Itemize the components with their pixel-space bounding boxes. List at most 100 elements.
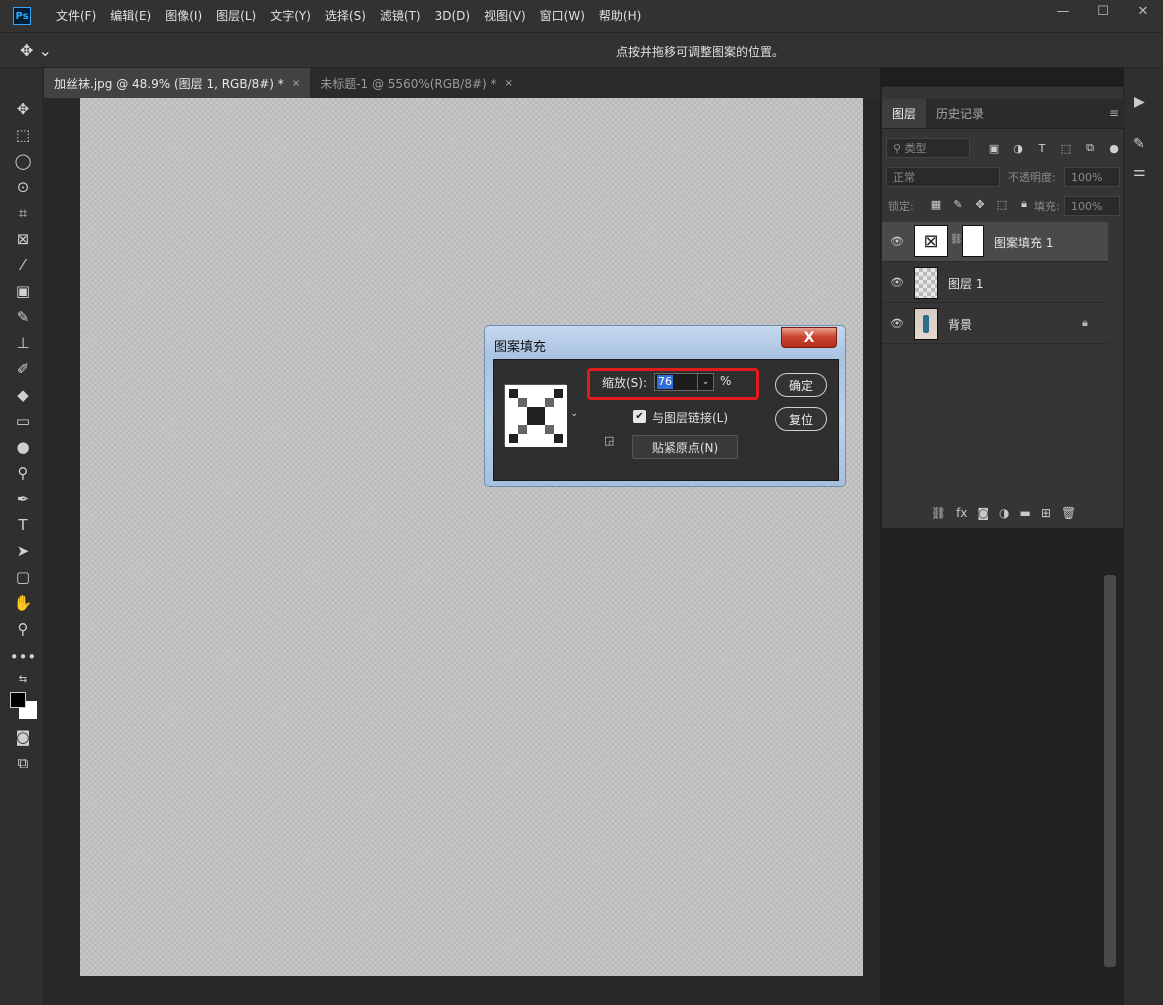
lasso-icon[interactable]: ◯	[12, 150, 34, 172]
trash-icon[interactable]: 🗑︎	[1061, 506, 1076, 520]
marquee-icon[interactable]: ⬚	[12, 124, 34, 146]
patch-icon[interactable]: ▣	[12, 280, 34, 302]
menu-help[interactable]: 帮助(H)	[592, 0, 648, 32]
layer-name: 图层 1	[948, 277, 984, 291]
screen-mode-icon[interactable]: ⧉	[12, 752, 34, 774]
menu-bar: Ps 文件(F) 编辑(E) 图像(I) 图层(L) 文字(Y) 选择(S) 滤…	[0, 0, 1163, 32]
menu-3d[interactable]: 3D(D)	[428, 0, 477, 32]
eye-icon[interactable]: 👁︎	[890, 235, 904, 248]
lock-transparent-icon[interactable]: ▦	[928, 196, 944, 212]
snap-to-origin-button[interactable]: 贴紧原点(N)	[632, 435, 738, 459]
pixel-filter-icon[interactable]: ▣	[986, 140, 1002, 156]
gradient-icon[interactable]: ▭	[12, 410, 34, 432]
dodge-icon[interactable]: ⚲	[12, 462, 34, 484]
panel-tabs: 图层 历史记录 ≡	[882, 99, 1125, 129]
reset-button[interactable]: 复位	[775, 407, 827, 431]
hand-icon[interactable]: ✋	[12, 592, 34, 614]
quick-select-icon[interactable]: ⊙	[12, 176, 34, 198]
new-layer-icon[interactable]: ⊞	[1041, 506, 1051, 520]
smart-object-filter-icon[interactable]: ⧉	[1082, 140, 1098, 156]
menu-image[interactable]: 图像(I)	[158, 0, 209, 32]
menu-type[interactable]: 文字(Y)	[263, 0, 318, 32]
pattern-preview[interactable]	[504, 384, 567, 447]
chevron-down-icon[interactable]: ⌄	[697, 374, 713, 390]
adjustments-icon[interactable]: ⚌	[1133, 164, 1146, 180]
document-canvas[interactable]	[80, 98, 863, 976]
menu-filter[interactable]: 滤镜(T)	[373, 0, 428, 32]
menu-select[interactable]: 选择(S)	[318, 0, 373, 32]
panel-menu-icon[interactable]: ≡	[1109, 106, 1119, 120]
more-tools-icon[interactable]: •••	[10, 646, 37, 668]
type-filter-icon[interactable]: T	[1034, 140, 1050, 156]
history-brush-icon[interactable]: ✐	[12, 358, 34, 380]
close-window-button[interactable]: ✕	[1123, 0, 1163, 22]
link-with-layer-label: 与图层链接(L)	[652, 411, 729, 425]
link-layers-icon[interactable]: ⛓	[931, 506, 946, 520]
tab-active-document[interactable]: 加丝袜.jpg @ 48.9% (图层 1, RGB/8#) * ×	[44, 68, 311, 98]
dialog-close-button[interactable]: X	[781, 327, 837, 348]
fill-value: 100%	[1071, 199, 1103, 213]
lock-paint-icon[interactable]: ✎	[950, 196, 966, 212]
close-icon[interactable]: ×	[505, 78, 513, 89]
layer-filter-select[interactable]: ⚲ 类型	[886, 138, 970, 158]
scrollbar[interactable]	[1104, 575, 1116, 967]
stamp-icon[interactable]: ⊥	[12, 332, 34, 354]
layer-row-layer-1[interactable]: 👁︎ 图层 1	[882, 263, 1108, 303]
layer-name: 背景	[948, 318, 973, 332]
filter-toggle-icon[interactable]: ●	[1106, 140, 1122, 156]
fill-field[interactable]: 100%	[1064, 196, 1120, 216]
layer-row-background[interactable]: 👁︎ 背景 🔒︎	[882, 304, 1108, 344]
type-icon[interactable]: T	[12, 514, 34, 536]
move-icon[interactable]: ✥	[12, 98, 34, 120]
blend-mode-value: 正常	[893, 171, 915, 184]
lock-position-icon[interactable]: ✥	[972, 196, 988, 212]
shape-icon[interactable]: ▢	[12, 566, 34, 588]
pen-icon[interactable]: ✒	[12, 488, 34, 510]
play-icon[interactable]: ▶	[1134, 94, 1145, 110]
lock-artboard-icon[interactable]: ⬚	[994, 196, 1010, 212]
ok-button[interactable]: 确定	[775, 373, 827, 397]
tab-history[interactable]: 历史记录	[926, 99, 994, 128]
blend-mode-select[interactable]: 正常	[886, 167, 1000, 187]
tab-layers[interactable]: 图层	[882, 99, 927, 128]
add-mask-icon[interactable]: ◙	[977, 506, 989, 520]
crop-icon[interactable]: ⌗	[12, 202, 34, 224]
opacity-field[interactable]: 100%	[1064, 167, 1120, 187]
menu-view[interactable]: 视图(V)	[477, 0, 533, 32]
menu-file[interactable]: 文件(F)	[49, 0, 103, 32]
swap-colors-icon[interactable]: ⇆	[12, 668, 34, 690]
adjustment-filter-icon[interactable]: ◑	[1010, 140, 1026, 156]
link-with-layer-checkbox[interactable]: ✔	[633, 410, 646, 423]
minimize-button[interactable]: —	[1043, 0, 1083, 22]
eye-icon[interactable]: 👁︎	[890, 276, 904, 289]
blur-icon[interactable]: ●	[12, 436, 34, 458]
frame-icon[interactable]: ⊠	[12, 228, 34, 250]
menu-window[interactable]: 窗口(W)	[533, 0, 592, 32]
dialog-body: ⌄ 缩放(S): 76 ⌄ % ✔ 与图层链接(L) ◲ 贴紧原点(N) 确定 …	[493, 359, 839, 481]
lock-all-icon[interactable]: 🔒︎	[1016, 196, 1032, 212]
zoom-icon[interactable]: ⚲	[12, 618, 34, 640]
brush-panel-icon[interactable]: ✎	[1133, 136, 1145, 152]
menu-layer[interactable]: 图层(L)	[209, 0, 263, 32]
path-select-icon[interactable]: ➤	[12, 540, 34, 562]
layer-row-pattern-fill[interactable]: 👁︎ ⊠ ⛓ 图案填充 1	[882, 222, 1108, 262]
eyedropper-icon[interactable]: ⁄	[12, 254, 34, 276]
foreground-color-swatch[interactable]	[10, 692, 26, 708]
brush-icon[interactable]: ✎	[12, 306, 34, 328]
search-icon: ⚲	[893, 141, 905, 155]
tab-untitled-document[interactable]: 未标题-1 @ 5560%(RGB/8#) * ×	[310, 68, 523, 98]
eye-icon[interactable]: 👁︎	[890, 317, 904, 330]
chevron-down-icon[interactable]: ⌄	[570, 408, 578, 419]
scale-input[interactable]: 76 ⌄	[654, 373, 714, 391]
new-group-icon[interactable]: ▬	[1020, 506, 1031, 520]
maximize-button[interactable]: ☐	[1083, 0, 1123, 22]
right-panel-strip: ▶ ✎ ⚌	[1124, 68, 1163, 1005]
close-icon[interactable]: ×	[292, 78, 300, 89]
quick-mask-icon[interactable]: ◙	[12, 726, 34, 748]
shape-filter-icon[interactable]: ⬚	[1058, 140, 1074, 156]
menu-edit[interactable]: 编辑(E)	[103, 0, 158, 32]
new-fill-layer-icon[interactable]: ◑	[999, 506, 1009, 520]
pattern-fill-dialog: 图案填充 X ⌄ 缩放(S): 76 ⌄ % ✔ 与图层链接(L) ◲ 贴紧原点…	[484, 325, 846, 487]
fx-icon[interactable]: fx	[956, 506, 967, 520]
eraser-icon[interactable]: ◆	[12, 384, 34, 406]
